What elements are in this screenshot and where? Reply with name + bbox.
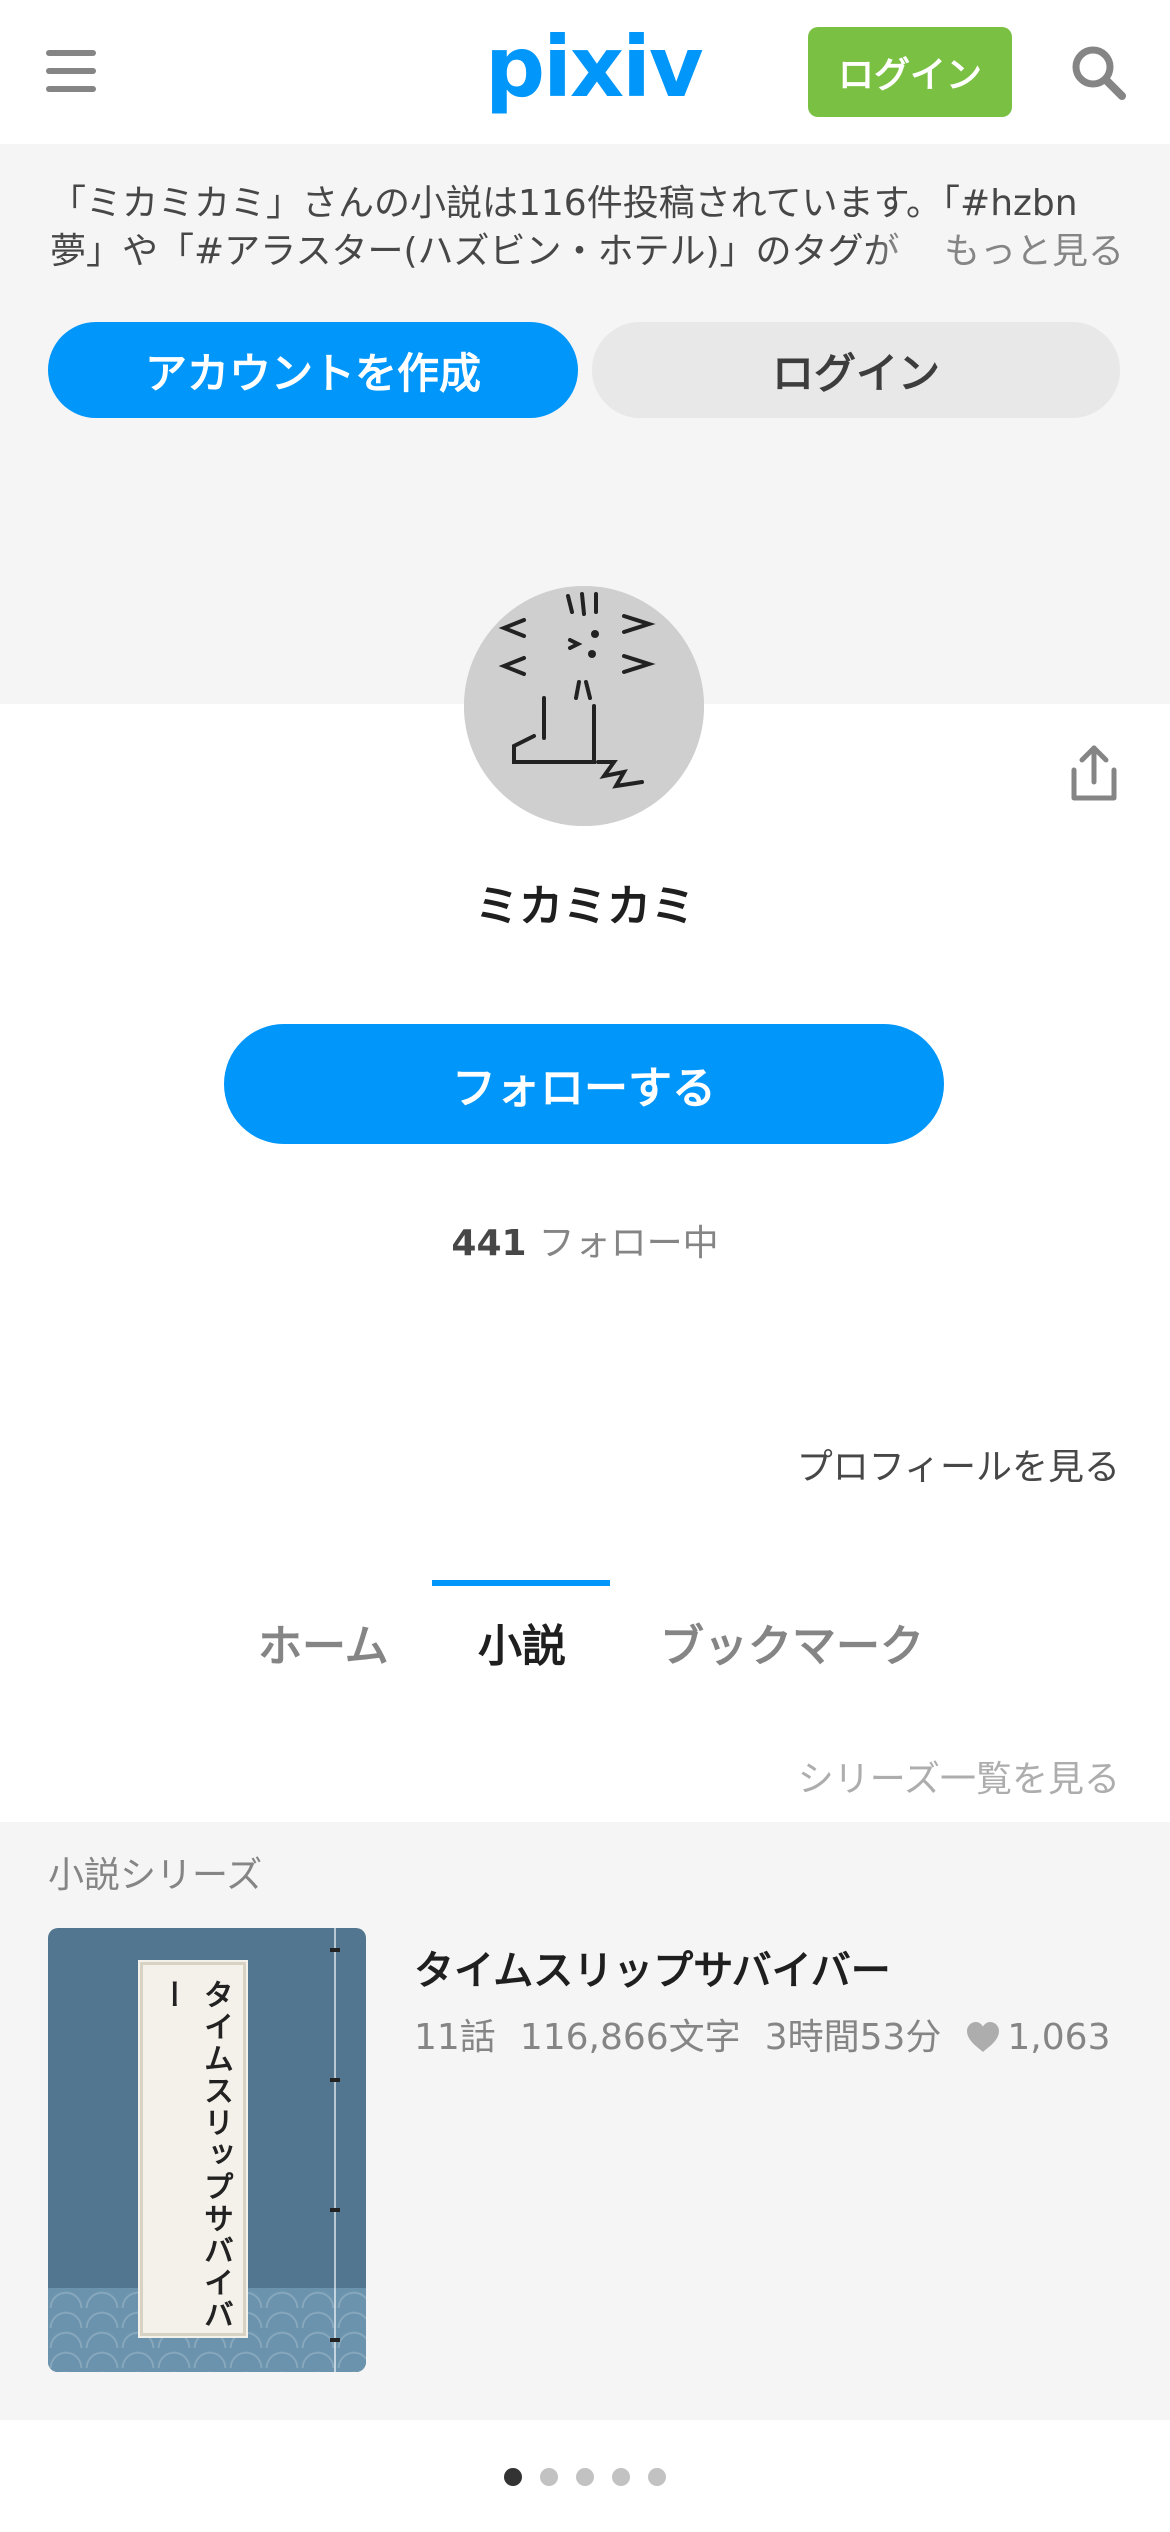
following-label: フォロー中 [538,1223,719,1264]
create-account-button[interactable]: アカウントを作成 [48,322,578,418]
intro-fade [870,228,940,276]
series-title[interactable]: タイムスリップサバイバー [414,1938,891,1996]
header-login-button[interactable]: ログイン [808,27,1012,117]
pagination-dot[interactable] [540,2468,558,2486]
tab-home[interactable]: ホーム [258,1610,389,1674]
intro-line-1: 「ミカミカミ」さんの小説は116件投稿されています。「#hzbn [50,183,1078,224]
profile-tabs: ホーム 小説 ブックマーク [0,1580,1170,1680]
cover-binding-mark [330,2338,340,2342]
read-more-link[interactable]: もっと見る [940,228,1125,276]
cover-title: タイムスリップサバイバー [154,1979,233,2331]
like-count: 1,063 [1007,2017,1111,2058]
character-count: 116,866文字 [519,2017,741,2058]
episode-count: 11話 [414,2017,496,2058]
cover-binding-mark [330,2208,340,2212]
cover-label: タイムスリップサバイバー [138,1960,248,2338]
follow-button[interactable]: フォローする [224,1024,944,1144]
pagination-dot[interactable] [648,2468,666,2486]
hamburger-menu-icon[interactable] [46,50,96,92]
pagination-dot[interactable] [612,2468,630,2486]
pagination-dot[interactable] [576,2468,594,2486]
active-tab-indicator [432,1580,610,1586]
following-number: 441 [451,1223,527,1264]
carousel-pagination [0,2468,1170,2486]
search-icon[interactable] [1068,42,1128,102]
share-icon[interactable] [1068,744,1120,804]
pagination-dot[interactable] [504,2468,522,2486]
section-label: 小説シリーズ [48,1855,263,1896]
series-meta: 11話 116,866文字 3時間53分 1,063 [414,2008,1110,2060]
top-header: pixiv ログイン [0,0,1170,144]
view-profile-link[interactable]: プロフィールを見る [797,1438,1120,1490]
reading-time: 3時間53分 [764,2017,942,2058]
login-button[interactable]: ログイン [592,322,1120,418]
cover-spine [334,1928,336,2372]
user-name: ミカミカミ [475,881,695,932]
cover-binding-mark [330,2078,340,2082]
tab-bookmarks[interactable]: ブックマーク [660,1610,924,1674]
avatar[interactable] [464,586,704,826]
pixiv-logo[interactable]: pixiv [485,18,704,116]
avatar-drawing-icon [464,586,704,826]
cover-binding-mark [330,1948,340,1952]
series-cover[interactable]: タイムスリップサバイバー [48,1928,366,2372]
following-count[interactable]: 441 フォロー中 [0,1214,1170,1266]
tab-novels[interactable]: 小説 [478,1610,566,1674]
series-list-link[interactable]: シリーズ一覧を見る [798,1750,1120,1802]
heart-icon [967,2022,1000,2052]
